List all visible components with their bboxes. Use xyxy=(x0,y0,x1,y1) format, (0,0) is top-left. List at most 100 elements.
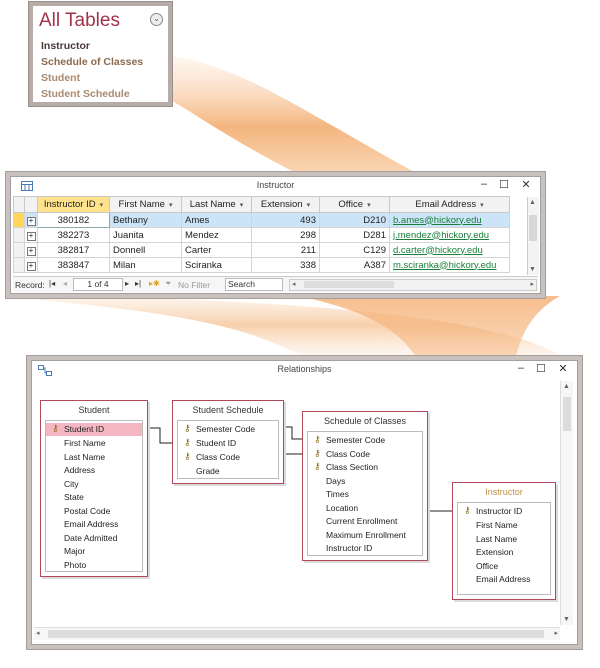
cell-instructor-id[interactable]: 383847 xyxy=(37,257,110,273)
field-email-address[interactable]: Email Address xyxy=(46,518,142,531)
previous-record-icon[interactable]: ◂ xyxy=(63,279,67,288)
cell-last-name[interactable]: Sciranka xyxy=(181,257,252,273)
row-selector[interactable] xyxy=(13,212,25,228)
plus-icon[interactable]: + xyxy=(26,216,36,226)
field-first-name[interactable]: First Name xyxy=(46,437,142,450)
cell-office[interactable]: A387 xyxy=(319,257,390,273)
field-maximum-enrollment[interactable]: Maximum Enrollment xyxy=(308,529,422,542)
vertical-scrollbar[interactable]: ▲ ▼ xyxy=(527,197,539,275)
vertical-scrollbar[interactable]: ▲ ▼ xyxy=(560,381,573,625)
record-position-field[interactable]: 1 of 4 xyxy=(73,278,123,291)
field-times[interactable]: Times xyxy=(308,488,422,501)
column-header-last-name[interactable]: Last Name ▾ xyxy=(181,196,252,213)
dropdown-arrow-icon[interactable]: ▾ xyxy=(367,202,371,209)
next-record-icon[interactable]: ▸ xyxy=(125,279,129,288)
filter-icon[interactable]: ⏷ xyxy=(165,279,171,289)
cell-last-name[interactable]: Mendez xyxy=(181,227,252,243)
cell-email-address[interactable]: b.ames@hickory.edu xyxy=(389,212,510,228)
plus-icon[interactable]: + xyxy=(26,261,36,271)
minimize-button[interactable]: – xyxy=(477,178,491,190)
horizontal-scrollbar[interactable]: ◂ ▸ xyxy=(289,279,537,291)
field-photo[interactable]: Photo xyxy=(46,559,142,572)
schedule-of-classes-table[interactable]: Schedule of Classes ⚷ Semester Code ⚷ Clas… xyxy=(302,411,428,561)
cell-first-name[interactable]: Juanita xyxy=(109,227,182,243)
dropdown-arrow-icon[interactable]: ▾ xyxy=(100,202,104,209)
field-class-section[interactable]: ⚷ Class Section xyxy=(308,461,422,474)
cell-last-name[interactable]: Carter xyxy=(181,242,252,258)
scroll-left-icon[interactable]: ◂ xyxy=(36,629,40,637)
scroll-thumb[interactable] xyxy=(304,281,394,288)
scroll-up-icon[interactable]: ▲ xyxy=(529,199,536,206)
horizontal-scrollbar[interactable]: ◂ ▸ xyxy=(34,627,560,640)
scroll-thumb[interactable] xyxy=(529,215,537,241)
column-header-instructor-id[interactable]: Instructor ID ▾ xyxy=(37,196,110,213)
column-header-first-name[interactable]: First Name ▾ xyxy=(109,196,182,213)
field-location[interactable]: Location xyxy=(308,502,422,515)
field-class-code[interactable]: ⚷ Class Code xyxy=(308,448,422,461)
close-button[interactable]: ✕ xyxy=(519,178,533,191)
cell-email-address[interactable]: j.mendez@hickory.edu xyxy=(389,227,510,243)
cell-extension[interactable]: 211 xyxy=(251,242,320,258)
field-student-id[interactable]: ⚷ Student ID xyxy=(178,437,278,450)
field-state[interactable]: State xyxy=(46,491,142,504)
scroll-right-icon[interactable]: ▸ xyxy=(554,629,558,637)
cell-first-name[interactable]: Bethany xyxy=(109,212,182,228)
field-office[interactable]: Office xyxy=(458,560,550,573)
cell-extension[interactable]: 298 xyxy=(251,227,320,243)
field-semester-code[interactable]: ⚷ Semester Code xyxy=(308,434,422,447)
field-student-id[interactable]: ⚷ Student ID xyxy=(46,423,142,436)
expand-toggle[interactable]: + xyxy=(24,212,38,228)
nav-item-student-schedule[interactable]: Student Schedule xyxy=(41,88,130,100)
scroll-right-icon[interactable]: ▸ xyxy=(530,280,534,288)
cell-email-address[interactable]: m.sciranka@hickory.edu xyxy=(389,257,510,273)
column-header-office[interactable]: Office ▾ xyxy=(319,196,390,213)
plus-icon[interactable]: + xyxy=(26,246,36,256)
scroll-down-icon[interactable]: ▼ xyxy=(529,266,536,273)
field-instructor-id[interactable]: ⚷ Instructor ID xyxy=(458,505,550,518)
expand-toggle[interactable]: + xyxy=(24,242,38,258)
table-row[interactable]: + 383847 Milan Sciranka 338 A387 m.scira… xyxy=(13,257,510,273)
column-header-email-address[interactable]: Email Address ▾ xyxy=(389,196,510,213)
field-instructor-id[interactable]: Instructor ID xyxy=(308,542,422,555)
dropdown-arrow-icon[interactable]: ▾ xyxy=(240,202,244,209)
field-email-address[interactable]: Email Address xyxy=(458,573,550,586)
table-row[interactable]: + 382273 Juanita Mendez 298 D281 j.mende… xyxy=(13,227,510,243)
field-last-name[interactable]: Last Name xyxy=(46,451,142,464)
nav-item-student[interactable]: Student xyxy=(41,72,80,84)
cell-extension[interactable]: 493 xyxy=(251,212,320,228)
no-filter-indicator[interactable]: No Filter xyxy=(178,280,210,290)
new-record-icon[interactable]: ▸✱ xyxy=(149,279,160,288)
field-extension[interactable]: Extension xyxy=(458,546,550,559)
row-selector[interactable] xyxy=(13,257,25,273)
field-date-admitted[interactable]: Date Admitted xyxy=(46,532,142,545)
column-header-extension[interactable]: Extension ▾ xyxy=(251,196,320,213)
first-record-icon[interactable]: |◂ xyxy=(49,279,55,288)
cell-extension[interactable]: 338 xyxy=(251,257,320,273)
dropdown-arrow-icon[interactable]: ▾ xyxy=(169,202,173,209)
nav-item-instructor[interactable]: Instructor xyxy=(41,40,90,52)
expand-toggle[interactable]: + xyxy=(24,257,38,273)
nav-item-schedule-of-classes[interactable]: Schedule of Classes xyxy=(41,56,143,68)
chevron-down-icon[interactable]: ⌄ xyxy=(150,13,163,26)
dropdown-arrow-icon[interactable]: ▾ xyxy=(307,202,311,209)
student-table[interactable]: Student ⚷ Student ID First Name Last Name… xyxy=(40,400,148,577)
table-row[interactable]: + 380182 Bethany Ames 493 D210 b.ames@hi… xyxy=(13,212,510,228)
select-all-corner[interactable] xyxy=(13,196,25,213)
cell-instructor-id[interactable]: 382273 xyxy=(37,227,110,243)
field-major[interactable]: Major xyxy=(46,545,142,558)
instructor-table[interactable]: Instructor ⚷ Instructor ID First Name Las… xyxy=(452,482,556,600)
scroll-up-icon[interactable]: ▲ xyxy=(563,383,570,390)
field-city[interactable]: City xyxy=(46,478,142,491)
dropdown-arrow-icon[interactable]: ▾ xyxy=(480,202,484,209)
maximize-button[interactable]: ☐ xyxy=(497,178,511,191)
field-class-code[interactable]: ⚷ Class Code xyxy=(178,451,278,464)
expand-toggle[interactable]: + xyxy=(24,227,38,243)
cell-office[interactable]: D281 xyxy=(319,227,390,243)
cell-first-name[interactable]: Donnell xyxy=(109,242,182,258)
search-field[interactable]: Search xyxy=(225,278,283,291)
field-postal-code[interactable]: Postal Code xyxy=(46,505,142,518)
cell-email-address[interactable]: d.carter@hickory.edu xyxy=(389,242,510,258)
row-selector[interactable] xyxy=(13,242,25,258)
field-first-name[interactable]: First Name xyxy=(458,519,550,532)
cell-office[interactable]: D210 xyxy=(319,212,390,228)
